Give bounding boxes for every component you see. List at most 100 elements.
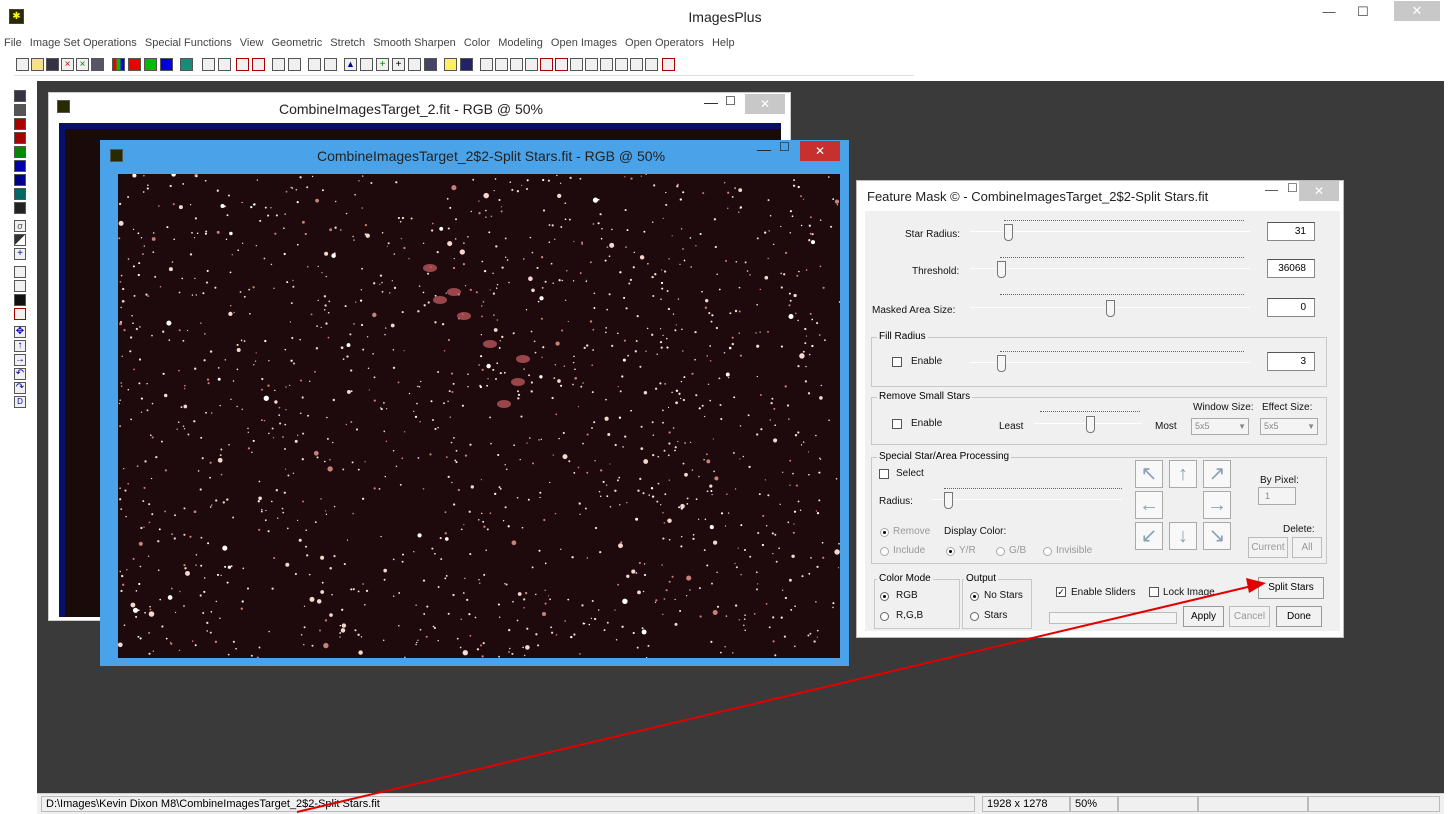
close-button[interactable]: ✕ (1394, 1, 1440, 21)
blue-channel-icon[interactable] (160, 58, 173, 71)
shift-left-icon[interactable] (202, 58, 215, 71)
black-layer-icon[interactable] (14, 202, 26, 214)
menu-smooth-sharpen[interactable]: Smooth Sharpen (373, 37, 456, 49)
fill-radius-thumb[interactable] (997, 355, 1006, 372)
save-icon[interactable] (14, 90, 26, 102)
frame-medium-icon[interactable] (585, 58, 598, 71)
by-pixel-stepper[interactable]: 1 (1258, 487, 1296, 505)
maximize-button[interactable]: ☐ (725, 94, 736, 108)
arrow-left-button[interactable]: ← (1135, 491, 1163, 519)
minimize-button[interactable]: — (757, 141, 771, 157)
triangle-icon[interactable]: ▲ (344, 58, 357, 71)
frame-tiny-icon[interactable] (630, 58, 643, 71)
save-icon[interactable] (46, 58, 59, 71)
star-radius-value[interactable]: 31 (1267, 222, 1315, 241)
include-radio[interactable] (880, 547, 889, 556)
fill-radius-enable-checkbox[interactable] (892, 357, 902, 367)
menu-stretch[interactable]: Stretch (330, 37, 365, 49)
blue-layer-icon[interactable] (14, 160, 26, 172)
special-radius-thumb[interactable] (944, 492, 953, 509)
window-size-select[interactable]: 5x5 ▼ (1191, 418, 1249, 435)
delete-all-button[interactable]: All (1292, 537, 1322, 558)
lock-image-checkbox[interactable] (1149, 587, 1159, 597)
arrow-right-button[interactable]: → (1203, 491, 1231, 519)
image-canvas[interactable] (117, 172, 841, 659)
layer-icon[interactable] (14, 104, 26, 116)
threshold-value[interactable]: 36068 (1267, 259, 1315, 278)
cancel-button[interactable]: Cancel (1229, 606, 1270, 627)
open-folder-icon[interactable] (31, 58, 44, 71)
fill-icon[interactable] (460, 58, 473, 71)
info-icon[interactable]: D (14, 396, 26, 408)
enable-sliders-checkbox[interactable]: ✓ (1056, 587, 1066, 597)
image-window-titlebar[interactable]: CombineImagesTarget_2.fit - RGB @ 50% — … (49, 93, 790, 121)
frame-icon[interactable] (14, 266, 26, 278)
remove-small-enable-checkbox[interactable] (892, 419, 902, 429)
zoom-fit-icon[interactable] (510, 58, 523, 71)
gb-radio[interactable] (996, 547, 1005, 556)
minimize-button[interactable]: — (704, 94, 718, 110)
move-right-icon[interactable] (252, 58, 265, 71)
invisible-radio[interactable] (1043, 547, 1052, 556)
arrow-down-right-button[interactable]: ↘ (1203, 522, 1231, 550)
blue-copy-icon[interactable] (14, 174, 26, 186)
arrow-down-left-button[interactable]: ↙ (1135, 522, 1163, 550)
frame-small-icon[interactable] (600, 58, 613, 71)
done-button[interactable]: Done (1276, 606, 1322, 627)
menu-open-images[interactable]: Open Images (551, 37, 617, 49)
remove-radio[interactable] (880, 528, 889, 537)
camera-icon[interactable] (91, 58, 104, 71)
teal-layer-icon[interactable] (14, 188, 26, 200)
menu-color[interactable]: Color (464, 37, 490, 49)
move-icon[interactable]: ✥ (14, 326, 26, 338)
menu-special-functions[interactable]: Special Functions (145, 37, 232, 49)
maximize-button[interactable]: ☐ (779, 140, 790, 154)
rgb-separate-radio[interactable] (880, 612, 889, 621)
star-radius-thumb[interactable] (1004, 224, 1013, 241)
menu-view[interactable]: View (240, 37, 264, 49)
crosshair-green-icon[interactable]: + (376, 58, 389, 71)
sigma-icon[interactable]: σ (14, 220, 26, 232)
maximize-button[interactable]: ☐ (1287, 181, 1298, 195)
special-radius-slider[interactable] (932, 499, 1122, 500)
menu-modeling[interactable]: Modeling (498, 37, 543, 49)
masked-area-value[interactable]: 0 (1267, 298, 1315, 317)
grid-icon[interactable] (408, 58, 421, 71)
effect-size-select[interactable]: 5x5 ▼ (1260, 418, 1318, 435)
zoom-plus-icon[interactable] (540, 58, 553, 71)
select-checkbox[interactable] (879, 469, 889, 479)
zoom-in-icon[interactable] (480, 58, 493, 71)
arrow-up-button[interactable]: ↑ (1169, 460, 1197, 488)
grid-red-icon[interactable] (662, 58, 675, 71)
split-stars-button[interactable]: Split Stars (1258, 577, 1324, 599)
frame-large-icon[interactable] (570, 58, 583, 71)
move-left-icon[interactable] (236, 58, 249, 71)
close-button[interactable]: ✕ (1299, 181, 1339, 201)
minimize-button[interactable]: — (1265, 182, 1278, 197)
pencil-icon[interactable] (444, 58, 457, 71)
arrow-up-right-button[interactable]: ↗ (1203, 460, 1231, 488)
rotate-right-icon[interactable]: ↷ (14, 382, 26, 394)
contrast-icon[interactable] (14, 234, 26, 246)
tile-horizontal-icon[interactable] (272, 58, 285, 71)
rgb-radio[interactable] (880, 592, 889, 601)
stars-radio[interactable] (970, 612, 979, 621)
dots-grid-icon[interactable] (324, 58, 337, 71)
corner-icon[interactable] (360, 58, 373, 71)
fill-radius-value[interactable]: 3 (1267, 352, 1315, 371)
threshold-slider[interactable] (970, 268, 1250, 269)
remove-small-thumb[interactable] (1086, 416, 1095, 433)
shift-right-icon[interactable] (218, 58, 231, 71)
close-image-icon[interactable]: × (61, 58, 74, 71)
menu-image-set-operations[interactable]: Image Set Operations (30, 37, 137, 49)
rgb-channels-icon[interactable] (112, 58, 125, 71)
red-channel-icon[interactable] (128, 58, 141, 71)
arrow-up-icon[interactable]: ↑ (14, 340, 26, 352)
zoom-minus-icon[interactable] (555, 58, 568, 71)
frame-dot-icon[interactable] (645, 58, 658, 71)
green-channel-icon[interactable] (144, 58, 157, 71)
zoom-actual-icon[interactable] (525, 58, 538, 71)
minimize-button[interactable]: — (1312, 1, 1346, 23)
no-stars-radio[interactable] (970, 592, 979, 601)
menu-file[interactable]: File (4, 37, 22, 49)
